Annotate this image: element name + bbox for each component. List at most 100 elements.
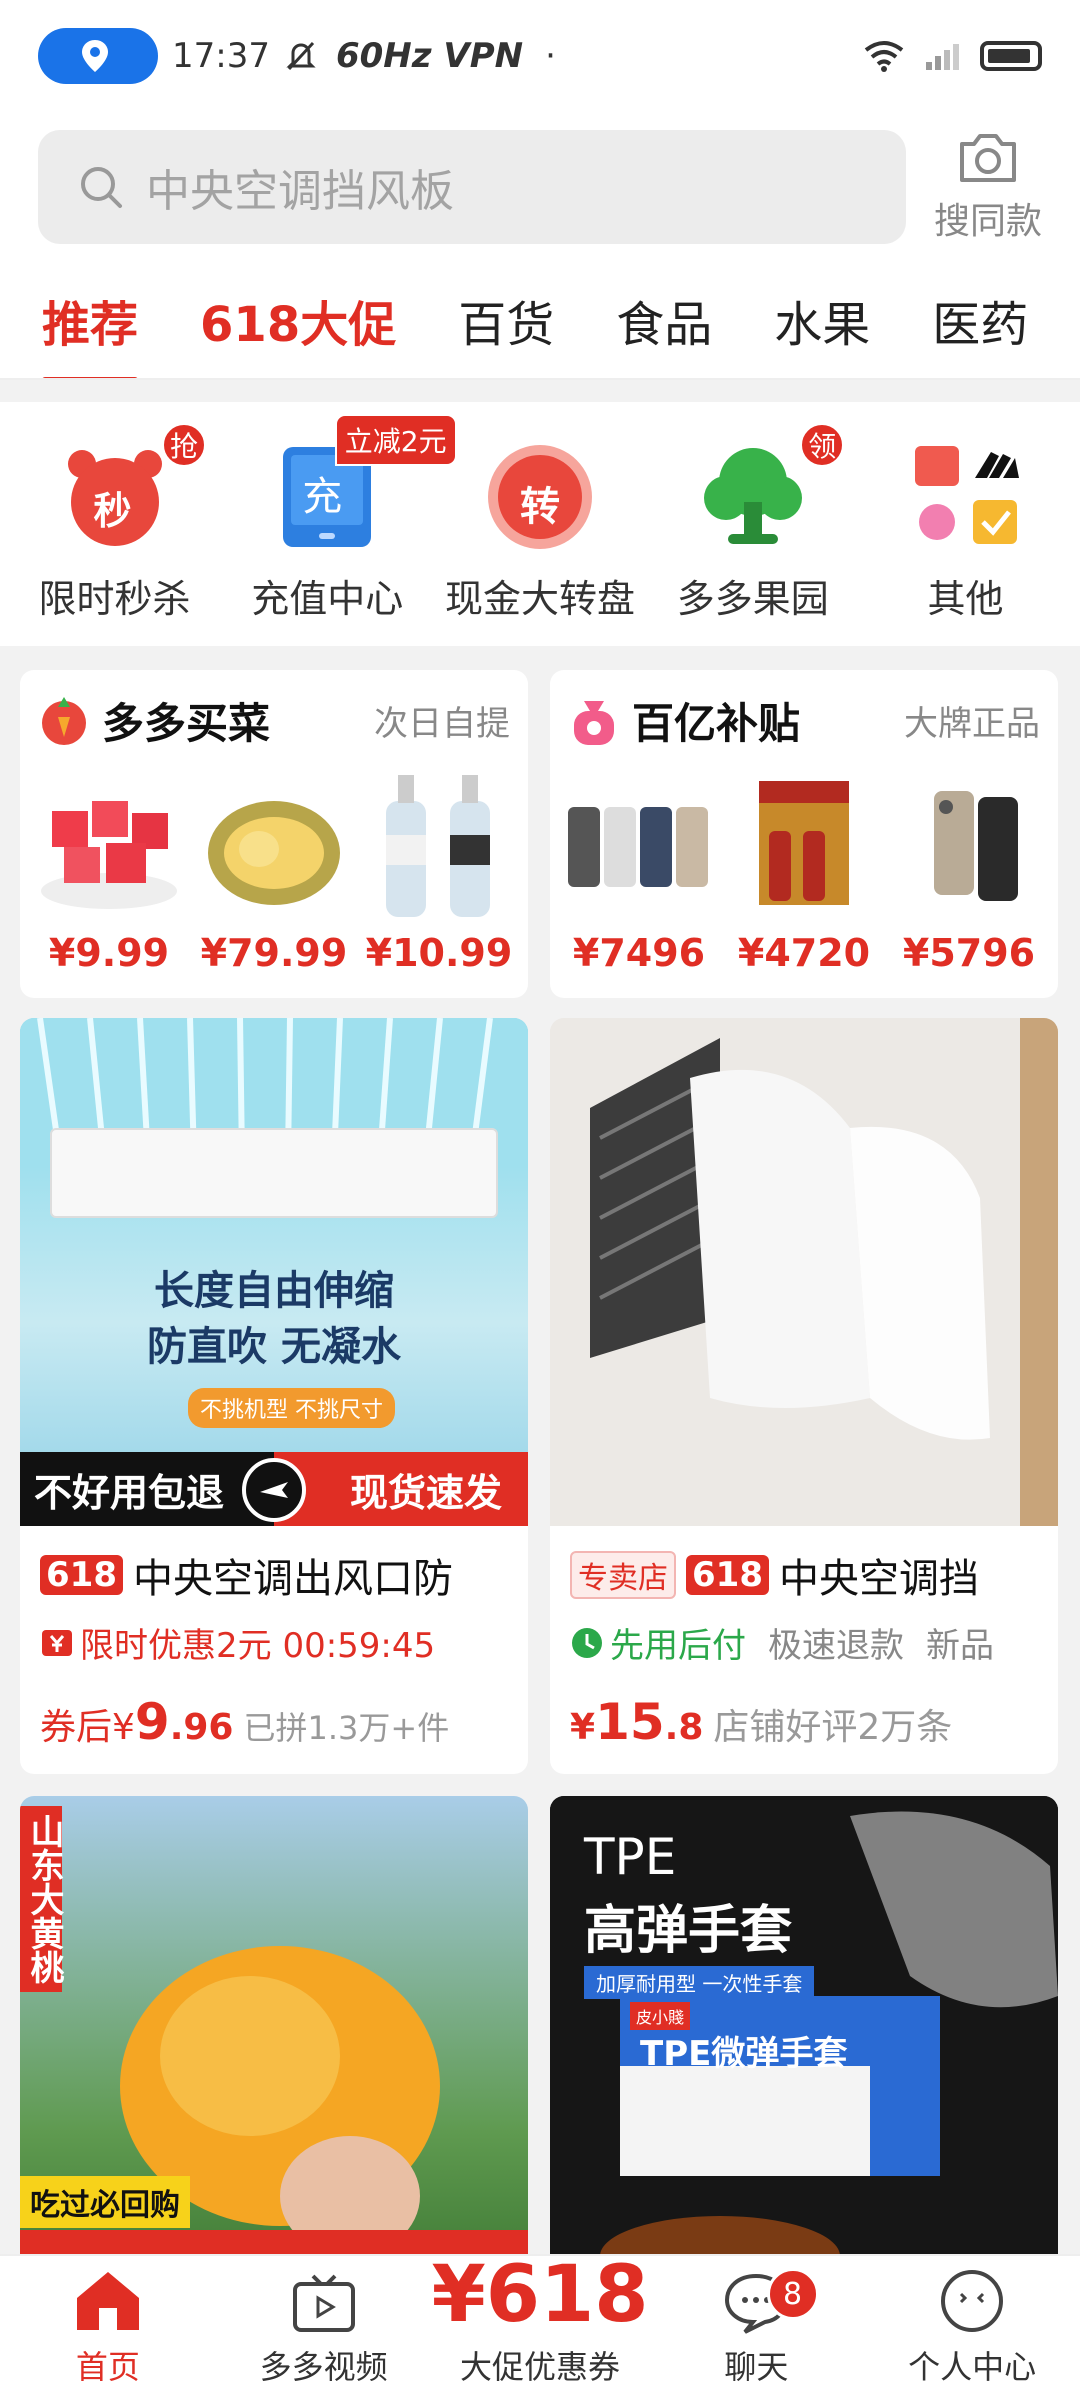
grab-badge: 抢 (161, 422, 207, 468)
location-pill[interactable] (38, 28, 158, 84)
nav-label: 首页 (75, 2348, 140, 2386)
search-header: 中央空调挡风板 搜同款 (0, 112, 1080, 262)
price-prefix: 券后¥ (40, 1707, 135, 1748)
promo-product[interactable]: ¥9.99 (34, 771, 184, 975)
promo-line: 限时优惠2元 00:59:45 (20, 1618, 528, 1667)
promo-product[interactable]: ¥7496 (564, 771, 714, 975)
product-card[interactable]: TPE 高弹手套 加厚耐用型 一次性手套 皮小賤 TPE微弹手套 (550, 1796, 1058, 2276)
tab-618[interactable]: 618大促 (200, 285, 396, 355)
product-card[interactable]: 长度自由伸缩 防直吹 无凝水 不挑机型 不挑尺寸 不好用包退 现货速发 618 … (20, 1018, 528, 1774)
quick-cash-wheel[interactable]: 转 现金大转盘 (438, 402, 643, 646)
search-placeholder: 中央空调挡风板 (146, 166, 454, 217)
promo-product[interactable]: ¥4720 (729, 771, 879, 975)
promo-product[interactable]: ¥10.99 (364, 771, 514, 975)
fast-refund-text: 极速退款 (768, 1626, 904, 1666)
subsidy-promo-card[interactable]: 百亿补贴 大牌正品 ¥7496 ¥4720 ¥5796 (550, 670, 1058, 998)
tab-recommend[interactable]: 推荐 (42, 285, 139, 378)
promo-subtitle: 大牌正品 (904, 704, 1040, 744)
search-input[interactable]: 中央空调挡风板 (38, 130, 906, 244)
tab-medicine[interactable]: 医药 (932, 285, 1028, 355)
product-card[interactable]: 专卖店 618 中央空调挡 先用后付 极速退款 新品 ¥ 15 .8 店铺好评2… (550, 1018, 1058, 1774)
image-chip: 不挑机型 不挑尺寸 (188, 1388, 395, 1428)
camera-icon (960, 134, 1016, 182)
quick-label: 限时秒杀 (38, 577, 191, 621)
promo-price: ¥4720 (737, 931, 871, 975)
nav-label: 大促优惠券 (460, 2348, 621, 2386)
store-tag: 专卖店 (570, 1551, 676, 1599)
coupon-amount: ¥618 (431, 2250, 649, 2340)
price-int: 15 (595, 1693, 665, 1751)
quick-label: 现金大转盘 (444, 577, 635, 621)
promo-price: ¥9.99 (48, 931, 170, 975)
pay-later-icon (572, 1627, 602, 1658)
promo-price: ¥5796 (902, 931, 1036, 975)
image-text-2: 防直吹 无凝水 (147, 1324, 401, 1370)
promo-subtitle: 次日自提 (374, 704, 510, 744)
promo-product[interactable]: ¥79.99 (199, 771, 349, 975)
product-title: 618 中央空调出风口防 (20, 1546, 528, 1604)
photo-search-label: 搜同款 (933, 201, 1042, 242)
quick-more[interactable]: 其他 (863, 402, 1068, 646)
status-dot: · (545, 36, 556, 76)
price-prefix: ¥ (570, 1707, 596, 1748)
image-bottom-label: 吃过必回购 (20, 2176, 190, 2228)
home-icon (76, 2272, 139, 2330)
image-title-2: 高弹手套 (584, 1901, 793, 1961)
nav-coupon[interactable]: ¥618 大促优惠券 (431, 2256, 648, 2400)
product-image: TPE 高弹手套 加厚耐用型 一次性手套 皮小賤 TPE微弹手套 (550, 1796, 1058, 2276)
liquor-gift-box-image (759, 781, 849, 905)
nav-label: 个人中心 (908, 2348, 1037, 2386)
water-bottles-image (386, 775, 490, 917)
tab-food[interactable]: 食品 (616, 285, 712, 355)
store-rating: 店铺好评2万条 (713, 1707, 953, 1748)
nav-chat[interactable]: 8 聊天 (649, 2256, 865, 2400)
money-bag-icon (574, 700, 614, 745)
grocery-promo-card[interactable]: 多多买菜 次日自提 ¥9.99 ¥79.99 ¥10.99 (20, 670, 528, 998)
tag-618: 618 (686, 1555, 769, 1595)
product-image: 长度自由伸缩 防直吹 无凝水 不挑机型 不挑尺寸 不好用包退 现货速发 (20, 1018, 528, 1526)
product-card[interactable]: 山东大黄桃 吃过必回购 (20, 1796, 528, 2276)
nav-label: 聊天 (724, 2348, 789, 2386)
yuan-coupon-icon (42, 1629, 72, 1656)
phone-image (934, 791, 1018, 901)
sold-count: 已拼1.3万+件 (243, 1709, 450, 1747)
tag-618: 618 (40, 1555, 123, 1595)
wheel-icon: 转 (485, 442, 595, 552)
recharge-icon-text: 充 (302, 474, 343, 520)
promo-title: 多多买菜 (102, 699, 271, 748)
product-title-text: 中央空调挡 (778, 1556, 979, 1602)
tab-general-goods[interactable]: 百货 (458, 285, 554, 355)
price-line: ¥ 15 .8 店铺好评2万条 (550, 1693, 1058, 1751)
product-title: 专卖店 618 中央空调挡 (550, 1546, 1058, 1604)
banner-left: 不好用包退 (20, 1452, 274, 1526)
promo-price: ¥10.99 (365, 931, 513, 975)
nav-profile[interactable]: 个人中心 (864, 2256, 1080, 2400)
price-dec: .96 (169, 1707, 234, 1748)
more-apps-icon (911, 442, 1021, 552)
price-int: 9 (134, 1693, 170, 1751)
photo-search-button[interactable]: 搜同款 (928, 128, 1048, 248)
chat-unread-badge: 8 (766, 2268, 819, 2320)
promo-line-text: 限时优惠2元 00:59:45 (80, 1626, 436, 1666)
promo-product[interactable]: ¥5796 (894, 771, 1044, 975)
product-title-text: 中央空调出风口防 (132, 1556, 453, 1602)
quick-flash-sale[interactable]: 秒 抢 限时秒杀 (12, 402, 217, 646)
nav-home[interactable]: 首页 (0, 2256, 216, 2400)
watermelon-cubes-image (41, 801, 177, 909)
ceiling-deflector-graphic (550, 1018, 1058, 1526)
new-item-text: 新品 (926, 1626, 994, 1666)
shipping-plane-icon (242, 1458, 306, 1522)
tab-fruit[interactable]: 水果 (774, 285, 870, 355)
quick-recharge[interactable]: 充 立减2元 充值中心 (225, 402, 457, 646)
image-side-label: 山东大黄桃 (20, 1806, 64, 1992)
nav-label: 多多视频 (259, 2348, 388, 2386)
status-refresh-vpn: 60Hz VPN (335, 36, 524, 76)
promo-price: ¥7496 (572, 931, 706, 975)
bottom-nav: 首页 多多视频 ¥618 大促优惠券 8 聊天 个人中心 (0, 2254, 1080, 2400)
quick-orchard[interactable]: 领 多多果园 (650, 402, 855, 646)
nav-video[interactable]: 多多视频 (216, 2256, 432, 2400)
product-image (550, 1018, 1058, 1526)
video-icon (292, 2274, 355, 2332)
battery-icon (980, 41, 1042, 71)
durian-image (208, 801, 340, 905)
